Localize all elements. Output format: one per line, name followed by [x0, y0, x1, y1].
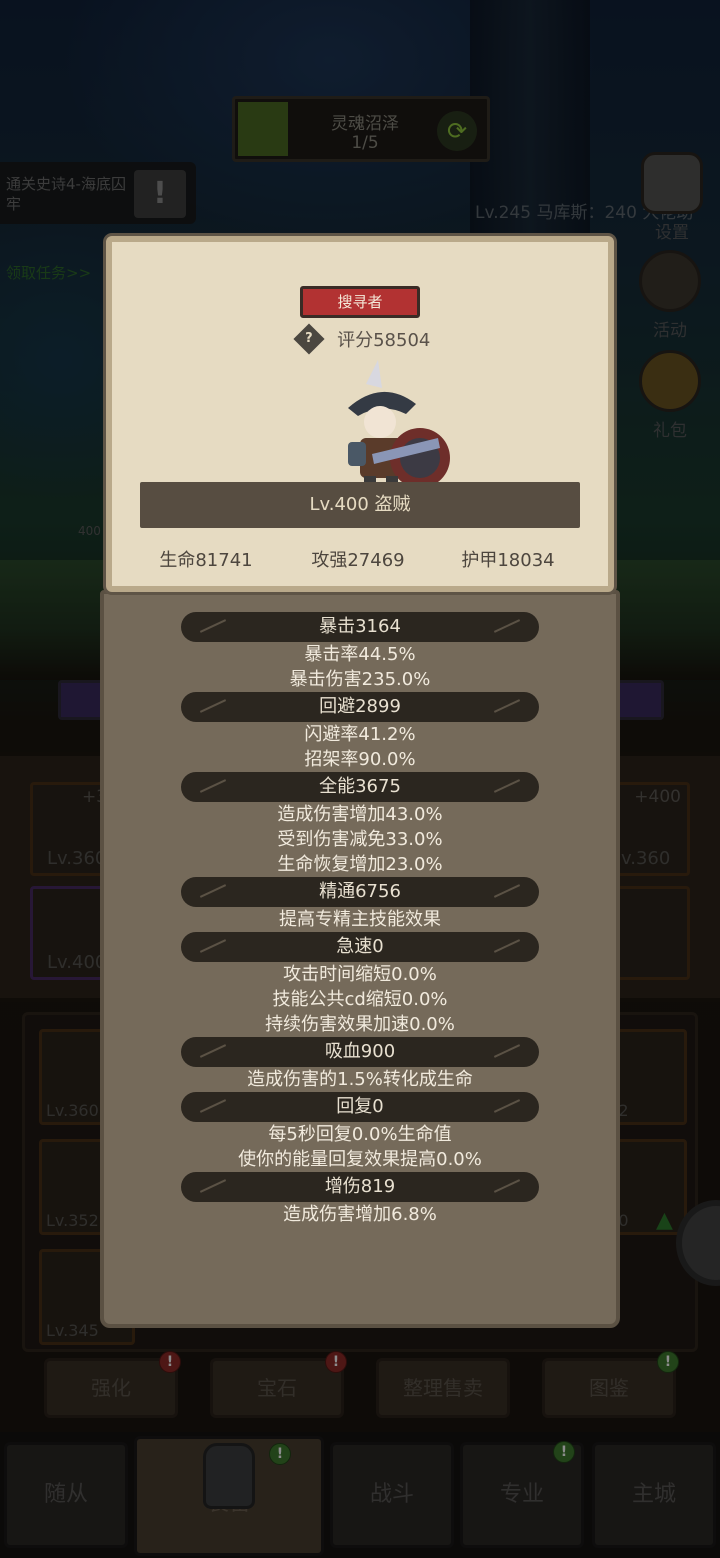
- attribute-panel: 暴击3164 暴击率44.5% 暴击伤害235.0% 回避2899 闪避率41.2% 招架…: [100, 590, 620, 1328]
- attack-stat: 攻强27469: [311, 550, 405, 571]
- attribute-detail: 招架率90.0%: [304, 749, 416, 770]
- attribute-detail: 提高专精主技能效果: [279, 909, 441, 930]
- attribute-header: 急速0: [181, 932, 539, 962]
- attribute-detail: 每5秒回复0.0%生命值: [268, 1124, 452, 1145]
- armor-stat: 护甲18034: [461, 550, 555, 571]
- attribute-detail: 使你的能量回复效果提高0.0%: [238, 1149, 482, 1170]
- attribute-header: 精通6756: [181, 877, 539, 907]
- score-row: ? 评分58504: [293, 323, 431, 355]
- hp-stat: 生命81741: [159, 550, 253, 571]
- attribute-detail: 持续伤害效果加速0.0%: [265, 1014, 455, 1035]
- level-class-bar: Lv.400 盗贼: [140, 482, 580, 528]
- attribute-header: 暴击3164: [181, 612, 539, 642]
- character-popup: 暴击3164 暴击率44.5% 暴击伤害235.0% 回避2899 闪避率41.2% 招架…: [100, 230, 620, 1328]
- attribute-detail: 造成伤害的1.5%转化成生命: [247, 1069, 473, 1090]
- attribute-header: 增伤819: [181, 1172, 539, 1202]
- attribute-header: 全能3675: [181, 772, 539, 802]
- core-stats: 生命81741 攻强27469 护甲18034: [112, 546, 620, 574]
- attribute-detail: 受到伤害减免33.0%: [277, 829, 443, 850]
- attribute-header: 吸血900: [181, 1037, 539, 1067]
- attribute-header: 回复0: [181, 1092, 539, 1122]
- attribute-detail: 闪避率41.2%: [304, 724, 416, 745]
- score-text: 评分58504: [337, 330, 431, 351]
- attribute-list: 暴击3164 暴击率44.5% 暴击伤害235.0% 回避2899 闪避率41.2% 招架…: [104, 612, 616, 1227]
- attribute-detail: 技能公共cd缩短0.0%: [272, 989, 448, 1010]
- role-badge: 搜寻者: [300, 286, 420, 318]
- attribute-detail: 暴击伤害235.0%: [289, 669, 431, 690]
- attribute-detail: 攻击时间缩短0.0%: [283, 964, 437, 985]
- character-card: 搜寻者 ? 评分58504 Lv.400 盗贼 生命81741 攻强27469 …: [106, 236, 614, 592]
- help-icon[interactable]: ?: [293, 323, 325, 355]
- attribute-header: 回避2899: [181, 692, 539, 722]
- attribute-detail: 造成伤害增加6.8%: [283, 1204, 437, 1225]
- attribute-detail: 生命恢复增加23.0%: [277, 854, 443, 875]
- attribute-detail: 造成伤害增加43.0%: [277, 804, 443, 825]
- attribute-detail: 暴击率44.5%: [304, 644, 416, 665]
